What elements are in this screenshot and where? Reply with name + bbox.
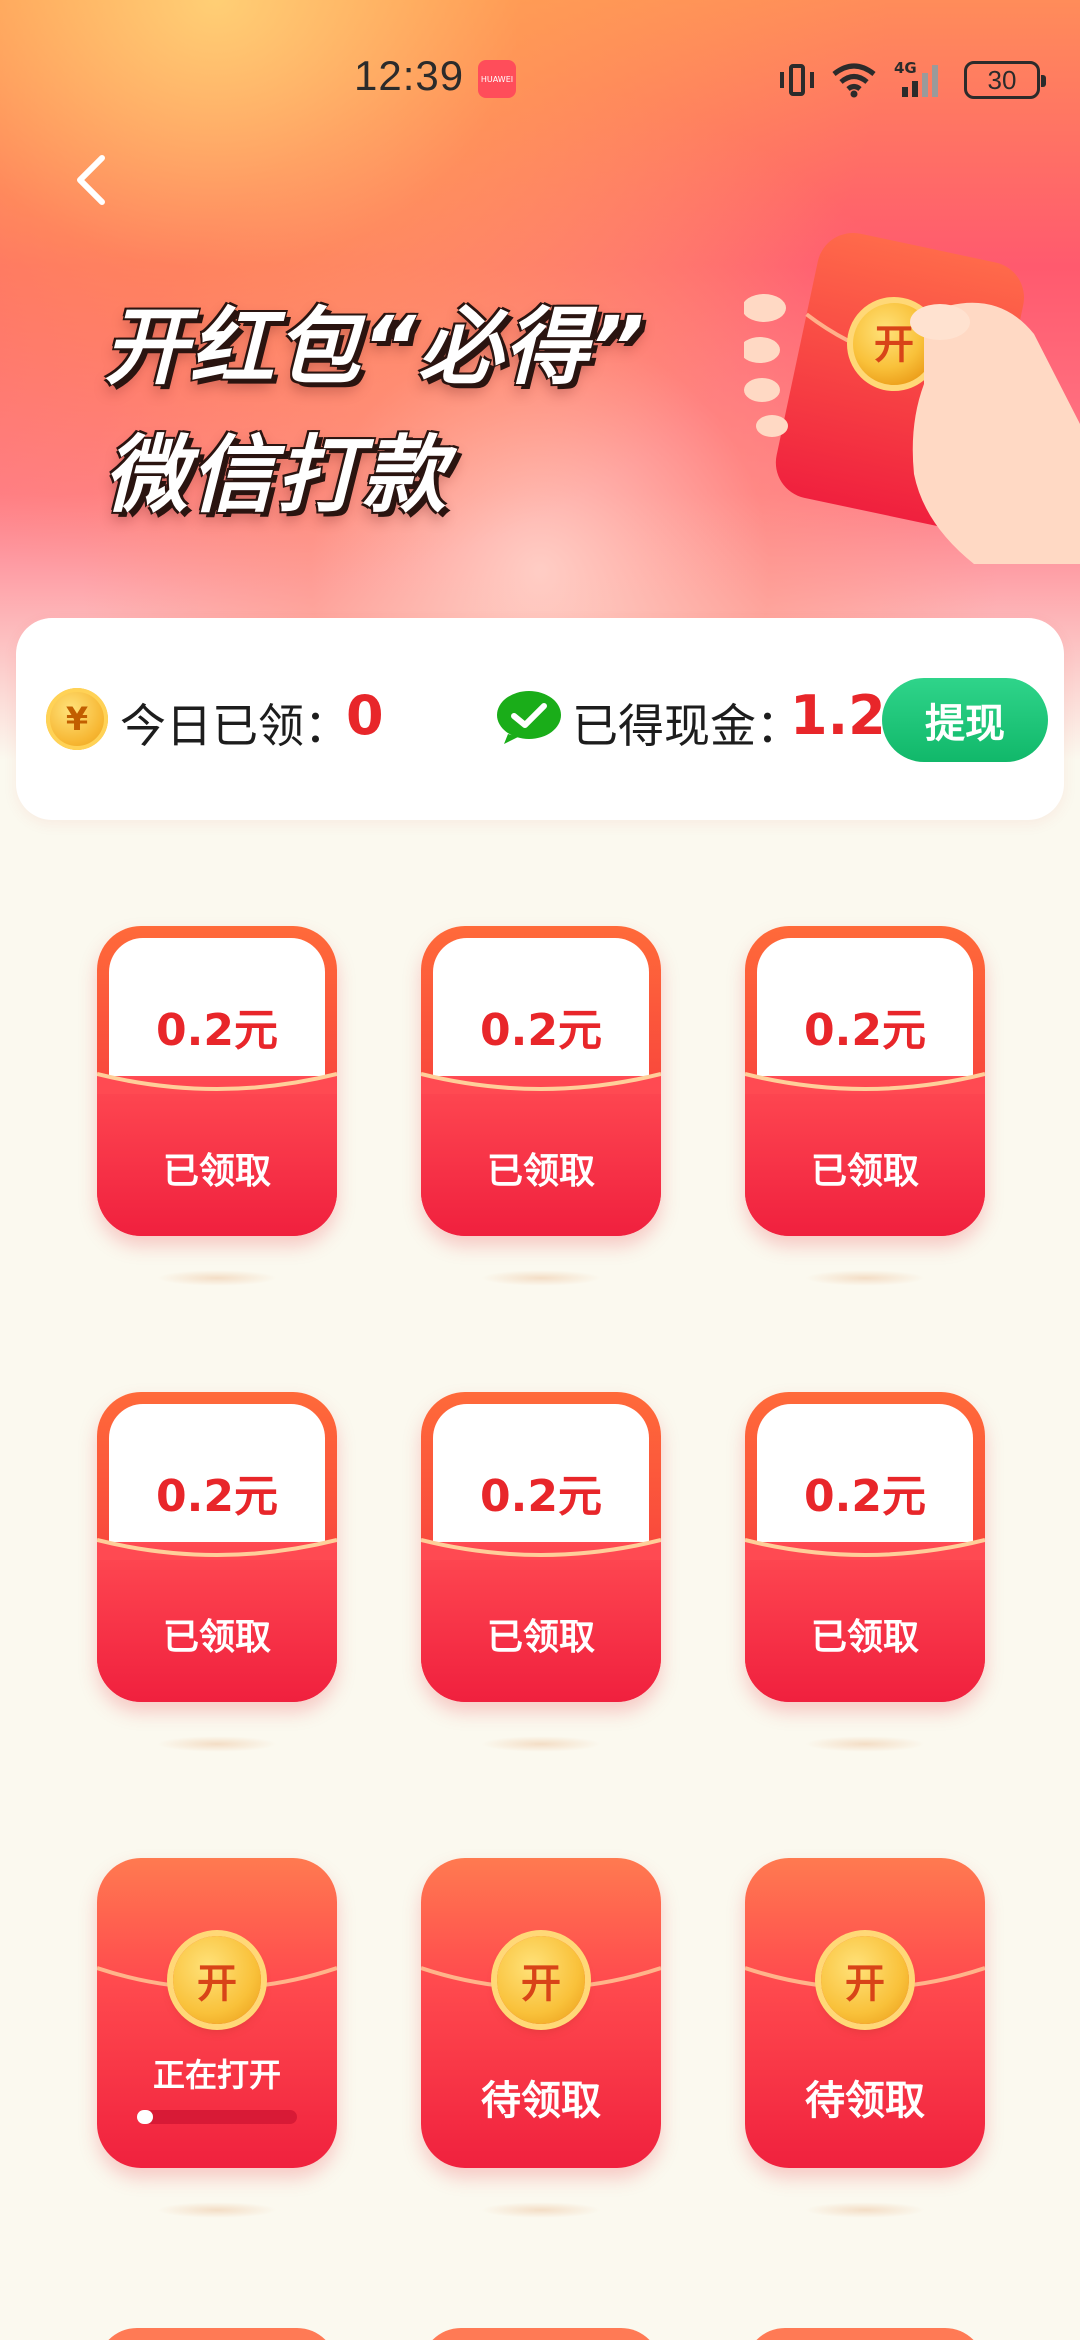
- packet-shadow: [157, 2202, 277, 2218]
- red-packet-opened[interactable]: 0.2元 已领取: [97, 1392, 337, 1702]
- packet-shadow: [481, 1736, 601, 1752]
- red-packet-pending[interactable]: 开 待领取: [421, 1858, 661, 2168]
- packet-shadow: [805, 1270, 925, 1286]
- open-coin-icon: 开: [173, 1936, 261, 2024]
- packet-amount: 0.2元: [804, 1471, 926, 1522]
- open-coin-icon: 开: [821, 1936, 909, 2024]
- red-packet-opened[interactable]: 0.2元 已领取: [745, 926, 985, 1236]
- open-coin-icon: 开: [497, 1936, 585, 2024]
- red-packet-opened[interactable]: 0.2元 已领取: [421, 1392, 661, 1702]
- packet-shadow: [157, 1736, 277, 1752]
- packet-amount: 0.2元: [804, 1005, 926, 1056]
- packet-status: 已领取: [810, 1617, 919, 1658]
- red-packet-opened[interactable]: 0.2元 已领取: [97, 926, 337, 1236]
- packet-shadow: [481, 2202, 601, 2218]
- opening-progress-bar: [137, 2110, 297, 2124]
- packet-amount: 0.2元: [480, 1005, 602, 1056]
- red-packet-opened[interactable]: 0.2元 已领取: [745, 1392, 985, 1702]
- packet-amount: 0.2元: [156, 1471, 278, 1522]
- red-packet-opened[interactable]: 0.2元 已领取: [421, 926, 661, 1236]
- packet-status: 已领取: [810, 1151, 919, 1192]
- packet-shadow: [805, 1736, 925, 1752]
- packet-status: 正在打开: [152, 2056, 281, 2094]
- packet-status: 已领取: [162, 1617, 271, 1658]
- packet-status: 待领取: [805, 2078, 925, 2124]
- packet-status: 已领取: [162, 1151, 271, 1192]
- packet-shadow: [805, 2202, 925, 2218]
- red-packet-next-row[interactable]: [745, 2328, 985, 2340]
- packet-shadow: [481, 1270, 601, 1286]
- packet-shadow: [157, 1270, 277, 1286]
- red-packet-opening[interactable]: 开 正在打开: [97, 1858, 337, 2168]
- packet-status: 已领取: [486, 1151, 595, 1192]
- red-packet-grid: 0.2元 已领取 0.2元 已领取 0.2元 已领取 0.2元 已领取 0.2元…: [0, 0, 1080, 2340]
- red-packet-pending[interactable]: 开 待领取: [745, 1858, 985, 2168]
- progress-fill: [137, 2110, 153, 2124]
- packet-status: 已领取: [486, 1617, 595, 1658]
- packet-amount: 0.2元: [156, 1005, 278, 1056]
- red-packet-next-row[interactable]: [97, 2328, 337, 2340]
- red-packet-next-row[interactable]: [421, 2328, 661, 2340]
- packet-status: 待领取: [481, 2078, 601, 2124]
- packet-amount: 0.2元: [480, 1471, 602, 1522]
